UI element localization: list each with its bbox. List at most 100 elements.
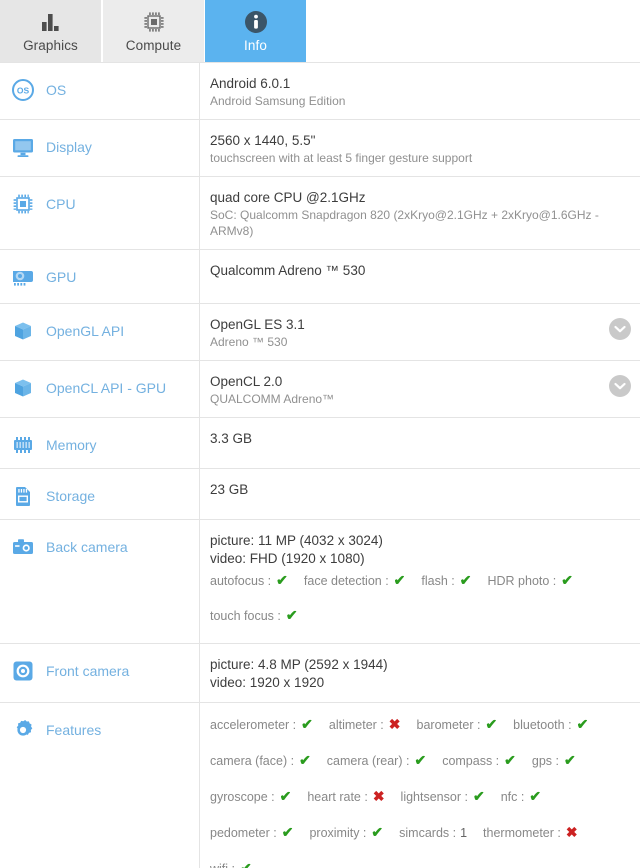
feature-accelerometer: accelerometer : ✔ — [210, 717, 313, 732]
row-label-cell: OpenCL API - GPU — [0, 361, 200, 417]
feature-label: proximity : — [309, 826, 367, 840]
cross-icon: ✖ — [565, 824, 578, 840]
opencl-version: OpenCL 2.0 — [210, 374, 283, 389]
tab-info-label: Info — [244, 38, 267, 53]
feature-bluetooth: bluetooth : ✔ — [513, 717, 588, 732]
feature-label: lightsensor : — [400, 790, 468, 804]
memory-chip-icon — [10, 432, 36, 458]
check-icon: ✔ — [279, 788, 292, 804]
camera-icon — [10, 534, 36, 560]
check-icon: ✔ — [276, 572, 288, 588]
row-value-cell: OpenGL ES 3.1 Adreno ™ 530 — [200, 304, 640, 360]
feature-altimeter: altimeter : ✖ — [329, 717, 401, 732]
feature-label: nfc : — [500, 790, 525, 804]
cube-icon — [10, 375, 36, 401]
table-row-opengl-api: OpenGL API OpenGL ES 3.1 Adreno ™ 530 — [0, 304, 640, 361]
row-label-cell: Display — [0, 120, 200, 176]
feature-label: simcards : — [399, 826, 457, 840]
feature-label: HDR photo : — [487, 574, 557, 588]
row-label-display: Display — [46, 139, 92, 155]
tab-graphics-label: Graphics — [23, 38, 78, 53]
back-camera-flags-row-1: autofocus : ✔ face detection : ✔ flash :… — [210, 573, 626, 588]
feature-label: camera (rear) : — [326, 754, 410, 768]
feature-label: heart rate : — [307, 790, 368, 804]
feature-heart-rate: heart rate : ✖ — [307, 789, 384, 804]
tab-compute[interactable]: Compute — [103, 0, 204, 62]
feature-flash: flash : ✔ — [421, 573, 471, 588]
expand-opencl-chevron-down-icon[interactable] — [609, 375, 631, 397]
feature-barometer: barometer : ✔ — [417, 717, 498, 732]
tab-info[interactable]: Info — [205, 0, 306, 62]
table-row-os: OS OS Android 6.0.1 Android Samsung Edit… — [0, 62, 640, 120]
row-value-cell: quad core CPU @2.1GHz SoC: Qualcomm Snap… — [200, 177, 640, 249]
row-label-cpu: CPU — [46, 196, 76, 212]
feature-face-detection: face detection : ✔ — [304, 573, 406, 588]
row-label-memory: Memory — [46, 437, 97, 453]
table-row-back-camera: Back camera picture: 11 MP (4032 x 3024)… — [0, 520, 640, 644]
check-icon: ✔ — [485, 716, 498, 732]
feature-hdr-photo: HDR photo : ✔ — [488, 573, 574, 588]
expand-opengl-chevron-down-icon[interactable] — [609, 318, 631, 340]
table-row-storage: Storage 23 GB — [0, 469, 640, 520]
feature-label: wifi : — [210, 862, 235, 868]
feature-autofocus: autofocus : ✔ — [210, 573, 288, 588]
check-icon: ✔ — [371, 824, 384, 840]
row-value-cell: picture: 11 MP (4032 x 3024) video: FHD … — [200, 520, 640, 643]
row-value-cell: OpenCL 2.0 QUALCOMM Adreno™ — [200, 361, 640, 417]
row-label-opencl-api-gpu: OpenCL API - GPU — [46, 380, 167, 396]
gpu-name: Qualcomm Adreno ™ 530 — [210, 263, 366, 278]
tab-bar-filler — [306, 0, 640, 62]
features-list: accelerometer : ✔ altimeter : ✖ baromete… — [210, 717, 626, 868]
features-line-1: accelerometer : ✔ altimeter : ✖ baromete… — [210, 717, 626, 753]
check-icon: ✔ — [240, 860, 252, 868]
check-icon: ✔ — [529, 788, 542, 804]
check-icon: ✔ — [393, 572, 406, 588]
cube-icon — [10, 318, 36, 344]
os-edition: Android Samsung Edition — [210, 94, 346, 108]
check-icon: ✔ — [504, 752, 516, 768]
info-table: OS OS Android 6.0.1 Android Samsung Edit… — [0, 62, 640, 868]
check-icon: ✔ — [561, 572, 574, 588]
display-touch-info: touchscreen with at least 5 finger gestu… — [210, 151, 473, 165]
feature-wifi: wifi : ✔ — [210, 861, 252, 868]
feature-thermometer: thermometer : ✖ — [483, 825, 578, 840]
row-value-cell: accelerometer : ✔ altimeter : ✖ baromete… — [200, 703, 640, 868]
gpu-card-icon — [10, 264, 36, 290]
feature-compass: compass : ✔ — [442, 753, 516, 768]
tab-graphics[interactable]: Graphics — [0, 0, 101, 62]
table-row-opencl-api-gpu: OpenCL API - GPU OpenCL 2.0 QUALCOMM Adr… — [0, 361, 640, 418]
row-value-cell: Qualcomm Adreno ™ 530 — [200, 250, 640, 303]
front-camera-icon — [10, 658, 36, 684]
row-label-cell: OS OS — [0, 63, 200, 119]
check-icon: ✔ — [299, 752, 311, 768]
table-row-memory: Memory 3.3 GB — [0, 418, 640, 469]
check-icon: ✔ — [564, 752, 576, 768]
row-label-cell: Storage — [0, 469, 200, 519]
feature-label: gyroscope : — [210, 790, 275, 804]
row-label-cell: Front camera — [0, 644, 200, 702]
row-value-cell: 3.3 GB — [200, 418, 640, 468]
features-line-5: wifi : ✔ — [210, 861, 626, 868]
feature-label: accelerometer : — [210, 718, 297, 732]
row-label-cell: Memory — [0, 418, 200, 468]
front-camera-video: video: 1920 x 1920 — [210, 675, 325, 690]
feature-label: autofocus : — [210, 574, 272, 588]
cross-icon: ✖ — [372, 788, 385, 804]
feature-label: touch focus : — [210, 609, 281, 623]
check-icon: ✔ — [285, 607, 298, 623]
back-camera-flags-row-2: touch focus : ✔ — [210, 608, 626, 623]
feature-pedometer: pedometer : ✔ — [210, 825, 293, 840]
feature-label: bluetooth : — [513, 718, 572, 732]
row-label-cell: Back camera — [0, 520, 200, 643]
feature-nfc: nfc : ✔ — [501, 789, 541, 804]
back-camera-video: video: FHD (1920 x 1080) — [210, 551, 365, 566]
feature-label: camera (face) : — [210, 754, 295, 768]
svg-text:OS: OS — [17, 86, 30, 96]
features-line-2: camera (face) : ✔ camera (rear) : ✔ comp… — [210, 753, 626, 789]
check-icon: ✔ — [281, 824, 294, 840]
feature-label: gps : — [531, 754, 559, 768]
feature-gyroscope: gyroscope : ✔ — [210, 789, 291, 804]
opengl-renderer: Adreno ™ 530 — [210, 335, 288, 349]
os-version: Android 6.0.1 — [210, 76, 291, 91]
feature-lightsensor: lightsensor : ✔ — [401, 789, 485, 804]
